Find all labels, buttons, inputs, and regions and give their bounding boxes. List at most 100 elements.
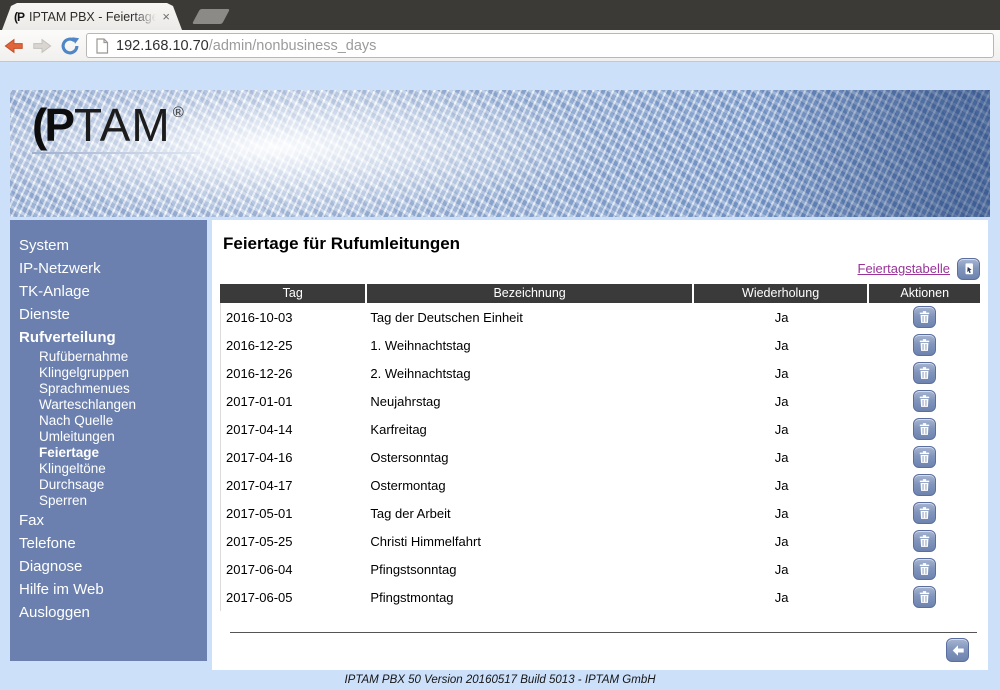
logo-underline [32, 152, 200, 154]
delete-holiday-button[interactable] [913, 362, 936, 384]
delete-holiday-button[interactable] [913, 418, 936, 440]
reload-icon [59, 35, 81, 57]
browser-forward-button[interactable] [30, 34, 54, 58]
delete-holiday-button[interactable] [913, 530, 936, 552]
sidebar-item-umleitungen[interactable]: Umleitungen [10, 429, 207, 445]
holiday-repeat: Ja [694, 387, 870, 415]
delete-holiday-button[interactable] [913, 586, 936, 608]
url-path: /admin/nonbusiness_days [209, 38, 377, 54]
trash-icon [918, 534, 931, 548]
tab-title: IPTAM PBX - Feiertage [29, 10, 160, 24]
logo-heavy-text: (P [32, 102, 72, 148]
table-row: 2016-10-03 Tag der Deutschen Einheit Ja [220, 303, 980, 331]
sidebar-item-ip-netzwerk[interactable]: IP-Netzwerk [10, 257, 207, 280]
sidebar-item-warteschlangen[interactable]: Warteschlangen [10, 397, 207, 413]
holiday-date: 2017-06-04 [220, 555, 367, 583]
delete-holiday-button[interactable] [913, 474, 936, 496]
column-header-bezeichnung: Bezeichnung [367, 284, 693, 303]
url-text: 192.168.10.70/admin/nonbusiness_days [116, 38, 376, 54]
sidebar-item-telefone[interactable]: Telefone [10, 532, 207, 555]
browser-tab[interactable]: (P IPTAM PBX - Feiertage × [2, 3, 182, 30]
sidebar-item-diagnose[interactable]: Diagnose [10, 555, 207, 578]
holiday-repeat: Ja [694, 331, 870, 359]
holiday-date: 2017-04-16 [220, 443, 367, 471]
holiday-name: Tag der Deutschen Einheit [367, 303, 693, 331]
browser-back-button[interactable] [2, 34, 26, 58]
trash-icon [918, 422, 931, 436]
tab-close-icon[interactable]: × [160, 9, 172, 24]
sidebar-item-feiertage[interactable]: Feiertage [10, 445, 207, 461]
trash-icon [918, 562, 931, 576]
main-content: Feiertage für Rufumleitungen Feiertagsta… [212, 220, 988, 670]
sidebar-item-sperren[interactable]: Sperren [10, 493, 207, 509]
sidebar-item-system[interactable]: System [10, 234, 207, 257]
forward-arrow-icon [31, 35, 53, 57]
table-row: 2017-04-17 Ostermontag Ja [220, 471, 980, 499]
url-bar[interactable]: 192.168.10.70/admin/nonbusiness_days [86, 33, 994, 58]
page-back-button[interactable] [946, 638, 969, 662]
sidebar-item-ruf-bernahme[interactable]: Rufübernahme [10, 349, 207, 365]
delete-holiday-button[interactable] [913, 334, 936, 356]
table-row: 2016-12-25 1. Weihnachtstag Ja [220, 331, 980, 359]
page-icon [95, 38, 109, 54]
holiday-name: 2. Weihnachtstag [367, 359, 693, 387]
browser-reload-button[interactable] [58, 34, 82, 58]
holiday-date: 2017-04-17 [220, 471, 367, 499]
delete-holiday-button[interactable] [913, 390, 936, 412]
page-title: Feiertage für Rufumleitungen [223, 234, 980, 254]
table-row: 2017-05-01 Tag der Arbeit Ja [220, 499, 980, 527]
column-header-tag: Tag [220, 284, 367, 303]
sidebar-item-sprachmenues[interactable]: Sprachmenues [10, 381, 207, 397]
sidebar-item-rufverteilung[interactable]: Rufverteilung [10, 326, 207, 349]
sidebar-item-klingelgruppen[interactable]: Klingelgruppen [10, 365, 207, 381]
trash-icon [918, 506, 931, 520]
table-link-row: Feiertagstabelle [220, 255, 980, 282]
sidebar-item-tk-anlage[interactable]: TK-Anlage [10, 280, 207, 303]
holiday-name: Karfreitag [367, 415, 693, 443]
new-tab-button[interactable] [192, 9, 230, 24]
holiday-date: 2017-01-01 [220, 387, 367, 415]
table-body: 2016-10-03 Tag der Deutschen Einheit Ja … [220, 303, 980, 611]
holiday-repeat: Ja [694, 303, 870, 331]
holiday-date: 2017-04-14 [220, 415, 367, 443]
delete-holiday-button[interactable] [913, 558, 936, 580]
trash-icon [918, 310, 931, 324]
holiday-name: 1. Weihnachtstag [367, 331, 693, 359]
back-arrow-icon [951, 644, 965, 657]
delete-holiday-button[interactable] [913, 502, 936, 524]
sidebar-item-nach-quelle[interactable]: Nach Quelle [10, 413, 207, 429]
sidebar-item-fax[interactable]: Fax [10, 509, 207, 532]
footer-version-text: IPTAM PBX 50 Version 20160517 Build 5013… [344, 674, 655, 686]
trash-icon [918, 394, 931, 408]
back-arrow-icon [3, 35, 25, 57]
holiday-name: Tag der Arbeit [367, 499, 693, 527]
browser-tab-strip: (P IPTAM PBX - Feiertage × [0, 0, 1000, 30]
browser-toolbar: 192.168.10.70/admin/nonbusiness_days [0, 30, 1000, 62]
bottom-separator [230, 632, 977, 633]
sidebar-item-klingelt-ne[interactable]: Klingeltöne [10, 461, 207, 477]
table-row: 2017-06-04 Pfingstsonntag Ja [220, 555, 980, 583]
holiday-repeat: Ja [694, 359, 870, 387]
trash-icon [918, 450, 931, 464]
delete-holiday-button[interactable] [913, 306, 936, 328]
column-header-wiederholung: Wiederholung [694, 284, 870, 303]
feiertagstabelle-button[interactable] [957, 258, 980, 280]
iptam-logo: (P TAM ® [32, 102, 200, 154]
registered-mark: ® [173, 104, 184, 121]
sidebar-item-durchsage[interactable]: Durchsage [10, 477, 207, 493]
holiday-name: Pfingstsonntag [367, 555, 693, 583]
trash-icon [918, 366, 931, 380]
trash-icon [918, 478, 931, 492]
table-row: 2017-06-05 Pfingstmontag Ja [220, 583, 980, 611]
trash-icon [918, 338, 931, 352]
holiday-repeat: Ja [694, 443, 870, 471]
sidebar-item-ausloggen[interactable]: Ausloggen [10, 601, 207, 624]
sidebar-item-dienste[interactable]: Dienste [10, 303, 207, 326]
feiertagstabelle-link[interactable]: Feiertagstabelle [858, 261, 951, 276]
sidebar-item-hilfe-im-web[interactable]: Hilfe im Web [10, 578, 207, 601]
sidebar-nav: SystemIP-NetzwerkTK-AnlageDiensteRufvert… [10, 220, 207, 661]
holidays-table: TagBezeichnungWiederholungAktionen 2016-… [220, 284, 980, 611]
holiday-name: Christi Himmelfahrt [367, 527, 693, 555]
footer: IPTAM PBX 50 Version 20160517 Build 5013… [0, 670, 1000, 690]
delete-holiday-button[interactable] [913, 446, 936, 468]
